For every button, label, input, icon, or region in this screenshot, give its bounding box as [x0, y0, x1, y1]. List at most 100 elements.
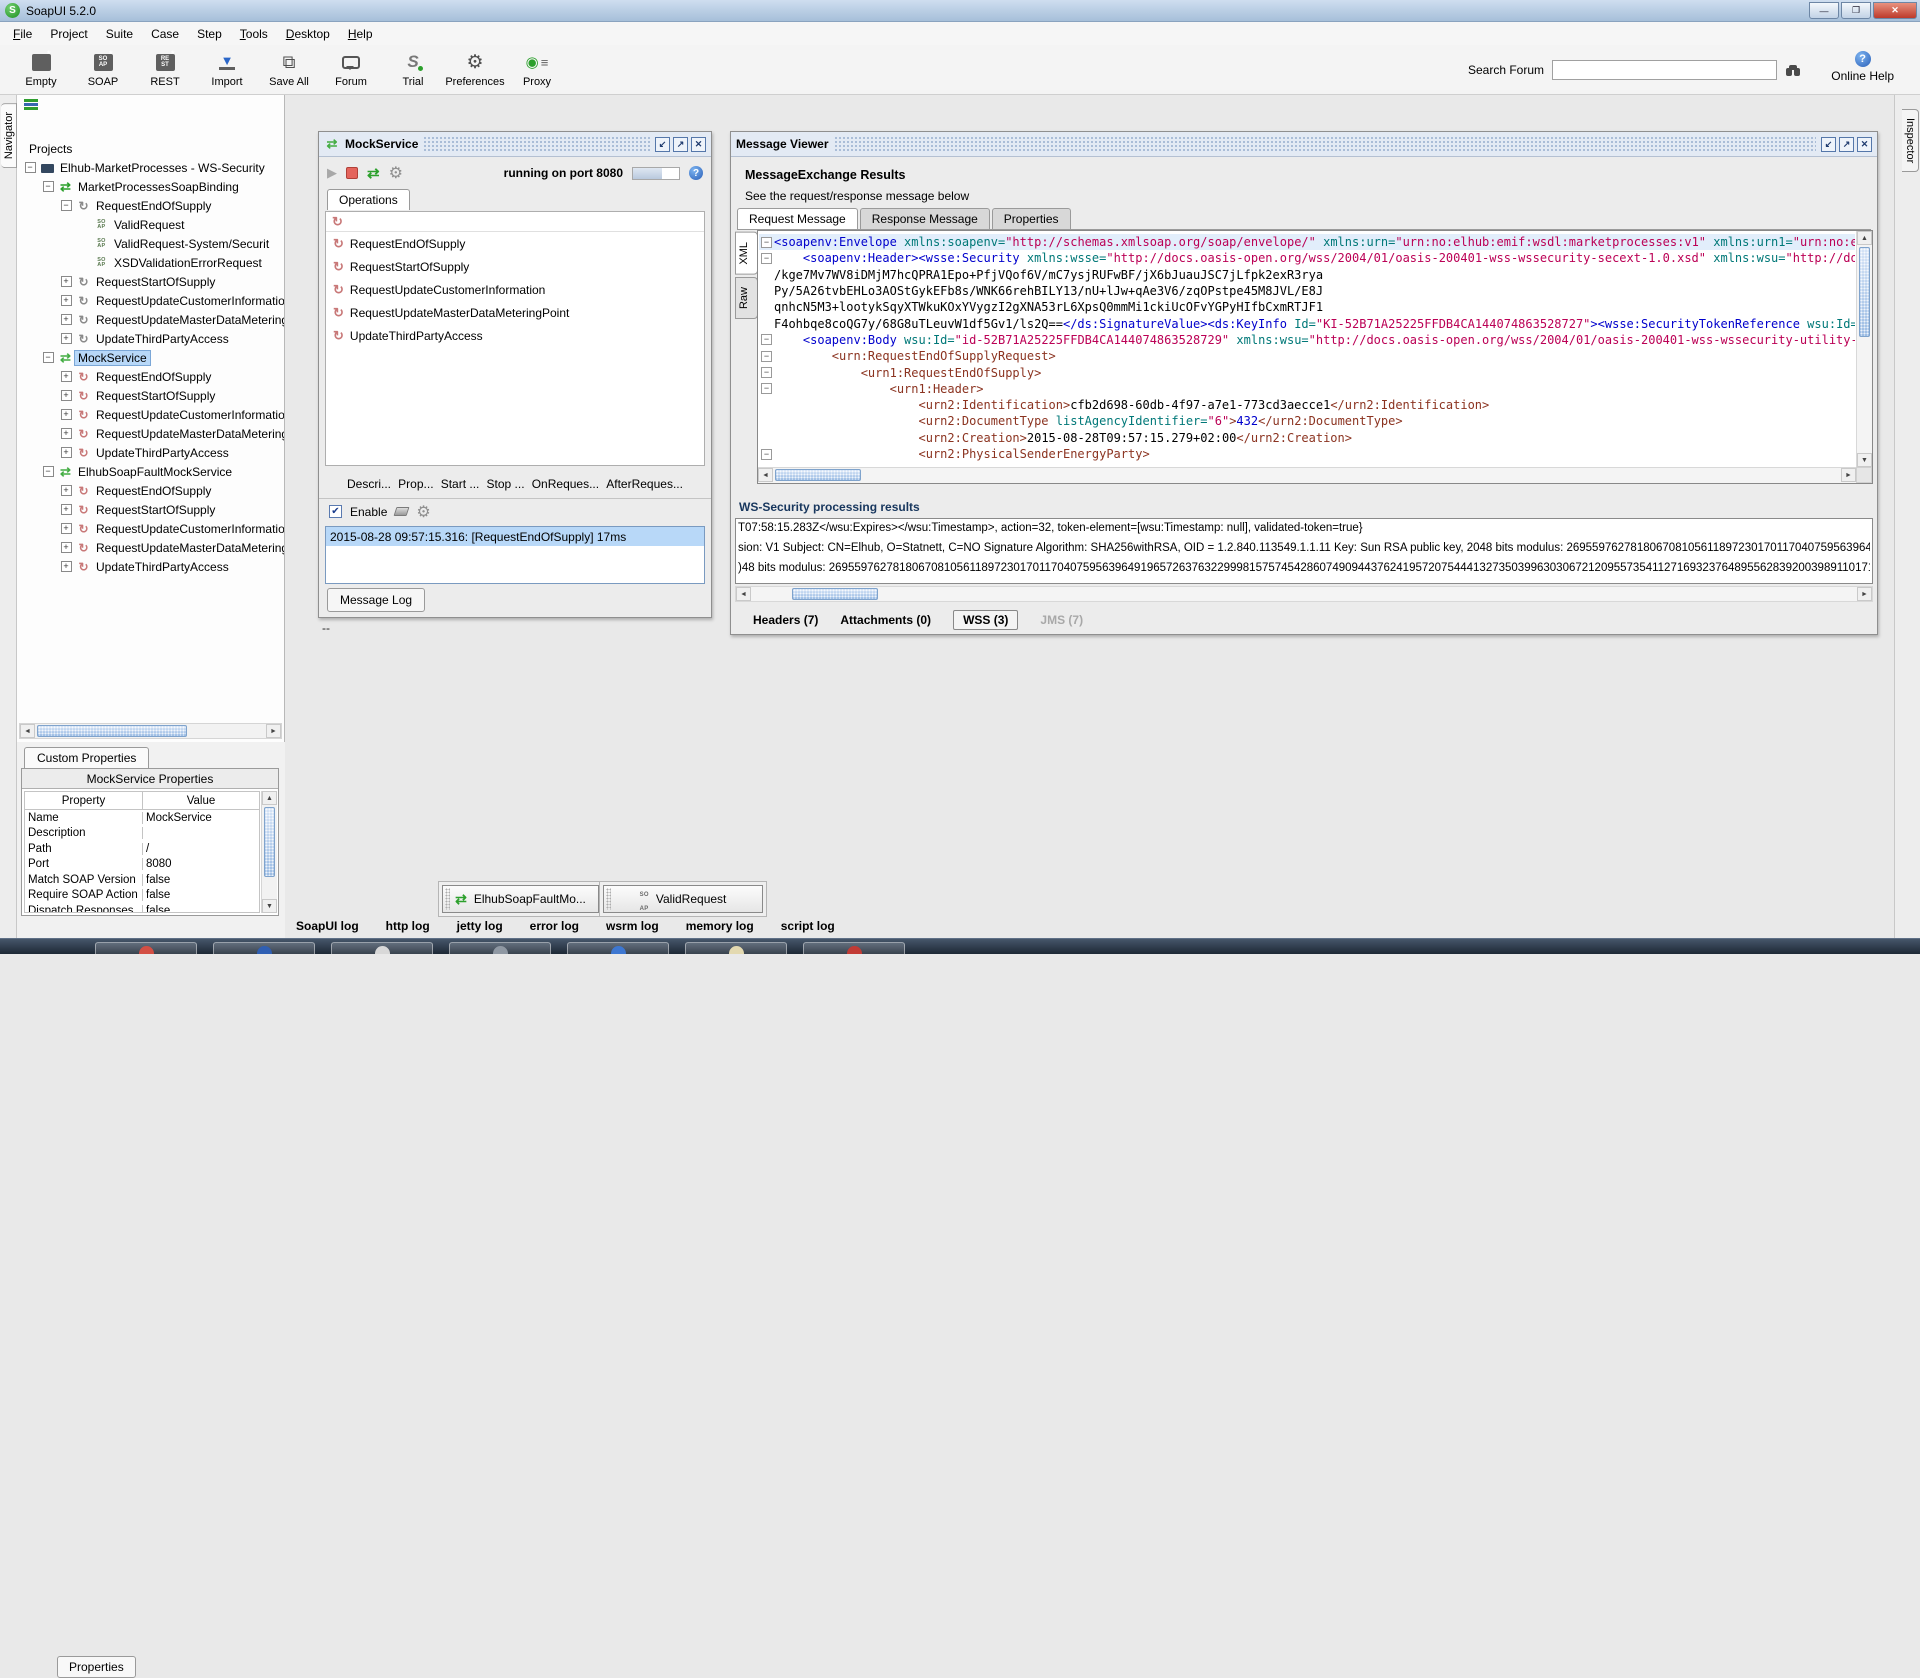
tree-expander-icon[interactable]	[58, 542, 74, 553]
taskbar-app-button[interactable]	[449, 942, 551, 954]
drag-grip[interactable]	[606, 888, 611, 910]
wss-results-box[interactable]: T07:58:15.283Z</wsu:Expires></wsu:Timest…	[735, 518, 1873, 584]
editor-view-tab[interactable]: XML	[735, 232, 758, 275]
tree-item[interactable]: RequestStartOfSupply	[19, 386, 284, 405]
binoculars-search-icon[interactable]	[1785, 64, 1802, 77]
taskbar-app-button[interactable]	[331, 942, 433, 954]
menu-item[interactable]: Project	[41, 24, 96, 44]
scroll-up-arrow-icon[interactable]: ▲	[262, 791, 277, 805]
minimize-button[interactable]: —	[1809, 2, 1839, 19]
tree-expander-icon[interactable]	[58, 523, 74, 534]
scroll-down-arrow-icon[interactable]: ▼	[1857, 453, 1872, 467]
log-tab[interactable]: memory log	[686, 919, 754, 933]
tree-expander-icon[interactable]	[58, 276, 74, 287]
proxy-button[interactable]: Proxy	[506, 49, 568, 88]
property-row[interactable]: Description	[25, 826, 259, 842]
log-tab[interactable]: wsrm log	[606, 919, 659, 933]
tree-expander-icon[interactable]	[40, 181, 56, 192]
operation-item[interactable]: UpdateThirdPartyAccess	[326, 324, 704, 347]
mock-bottom-tab[interactable]: Prop...	[398, 477, 433, 491]
message-log-entry[interactable]: 2015-08-28 09:57:15.316: [RequestEndOfSu…	[326, 527, 704, 546]
tree-expander-icon[interactable]	[58, 333, 74, 344]
log-tab[interactable]: error log	[530, 919, 579, 933]
dock-icon[interactable]: ↙	[655, 137, 670, 152]
tree-item[interactable]: XSDValidationErrorRequest	[19, 253, 284, 272]
taskbar-app-button[interactable]	[95, 942, 197, 954]
message-tab[interactable]: Request Message	[737, 208, 858, 229]
tree-item[interactable]: Projects	[19, 139, 284, 158]
menu-item[interactable]: Case	[142, 24, 188, 44]
property-row[interactable]: Dispatch Responses false	[25, 903, 259, 913]
preferences-button[interactable]: Preferences	[444, 49, 506, 88]
empty-project-button[interactable]: Empty	[10, 49, 72, 88]
scroll-left-arrow-icon[interactable]: ◄	[20, 724, 35, 738]
scrollbar-thumb[interactable]	[37, 725, 187, 737]
tree-expander-icon[interactable]	[58, 561, 74, 572]
scroll-left-arrow-icon[interactable]: ◄	[758, 468, 773, 482]
menu-item[interactable]: Help	[339, 24, 382, 44]
property-row[interactable]: Path /	[25, 841, 259, 857]
mock-bottom-tab[interactable]: Start ...	[441, 477, 480, 491]
property-row[interactable]: Require SOAP Action false	[25, 888, 259, 904]
fold-toggle-icon[interactable]	[759, 367, 774, 378]
clear-log-eraser-icon[interactable]	[394, 507, 410, 516]
log-tab[interactable]: SoapUI log	[296, 919, 359, 933]
tree-item[interactable]: Elhub-MarketProcesses - WS-Security	[19, 158, 284, 177]
inspector-tab-button[interactable]: JMS (7)	[1040, 613, 1083, 627]
taskbar-app-button[interactable]	[803, 942, 905, 954]
tree-expander-icon[interactable]	[40, 352, 56, 363]
import-button[interactable]: Import	[196, 49, 258, 88]
help-icon[interactable]: ?	[689, 166, 703, 180]
editor-horizontal-scrollbar[interactable]: ◄ ►	[758, 467, 1856, 483]
soap-project-button[interactable]: SOAP	[72, 49, 134, 88]
fold-toggle-icon[interactable]	[759, 237, 774, 248]
fold-toggle-icon[interactable]	[759, 334, 774, 345]
taskbar-app-button[interactable]	[685, 942, 787, 954]
tree-item[interactable]: RequestStartOfSupply	[19, 500, 284, 519]
mock-bottom-tab[interactable]: Stop ...	[487, 477, 525, 491]
property-row[interactable]: Port 8080	[25, 857, 259, 873]
drag-grip[interactable]	[445, 888, 450, 910]
tree-expander-icon[interactable]	[58, 428, 74, 439]
taskbar-app-button[interactable]	[213, 942, 315, 954]
scroll-right-arrow-icon[interactable]: ►	[266, 724, 281, 738]
tree-item[interactable]: UpdateThirdPartyAccess	[19, 557, 284, 576]
online-help-button[interactable]: ? Online Help	[1831, 51, 1894, 83]
tree-expander-icon[interactable]	[22, 162, 38, 173]
operations-tab[interactable]: Operations	[327, 189, 410, 210]
tree-item[interactable]: MarketProcessesSoapBinding	[19, 177, 284, 196]
inspector-tab-button[interactable]: Attachments (0)	[840, 613, 931, 627]
rest-project-button[interactable]: REST	[134, 49, 196, 88]
scrollbar-thumb[interactable]	[775, 469, 861, 481]
fold-toggle-icon[interactable]	[759, 383, 774, 394]
tree-expander-icon[interactable]	[58, 295, 74, 306]
log-tab[interactable]: script log	[781, 919, 835, 933]
log-tab[interactable]: http log	[386, 919, 430, 933]
custom-properties-tab[interactable]: Custom Properties	[24, 747, 149, 769]
tree-item[interactable]: RequestStartOfSupply	[19, 272, 284, 291]
log-tab[interactable]: jetty log	[457, 919, 503, 933]
enable-checkbox[interactable]: ✔	[329, 505, 342, 518]
tree-expander-icon[interactable]	[58, 485, 74, 496]
message-tab[interactable]: Response Message	[860, 208, 990, 229]
scrollbar-thumb[interactable]	[1859, 247, 1870, 337]
menu-item[interactable]: Suite	[97, 24, 142, 44]
inspector-tab-button[interactable]: Headers (7)	[753, 613, 818, 627]
scroll-down-arrow-icon[interactable]: ▼	[262, 899, 277, 913]
minimized-window-button[interactable]: ElhubSoapFaultMo...	[442, 885, 599, 913]
search-forum-input[interactable]	[1552, 60, 1777, 80]
tree-item[interactable]: RequestUpdateCustomerInformation	[19, 519, 284, 538]
tree-item[interactable]: UpdateThirdPartyAccess	[19, 329, 284, 348]
tree-item[interactable]: RequestUpdateMasterDataMeteringPoint	[19, 310, 284, 329]
editor-vertical-scrollbar[interactable]: ▲ ▼	[1856, 231, 1872, 467]
tree-item[interactable]: ElhubSoapFaultMockService	[19, 462, 284, 481]
properties-bottom-tab[interactable]: Properties	[57, 1656, 136, 1678]
minimized-window-button[interactable]: ValidRequest	[603, 885, 763, 913]
tree-expander-icon[interactable]	[58, 504, 74, 515]
maximize-icon[interactable]: ↗	[1839, 137, 1854, 152]
menu-item[interactable]: Tools	[231, 24, 277, 44]
tree-item[interactable]: RequestEndOfSupply	[19, 481, 284, 500]
fold-toggle-icon[interactable]	[759, 351, 774, 362]
menu-item[interactable]: Desktop	[277, 24, 339, 44]
tree-expander-icon[interactable]	[58, 314, 74, 325]
